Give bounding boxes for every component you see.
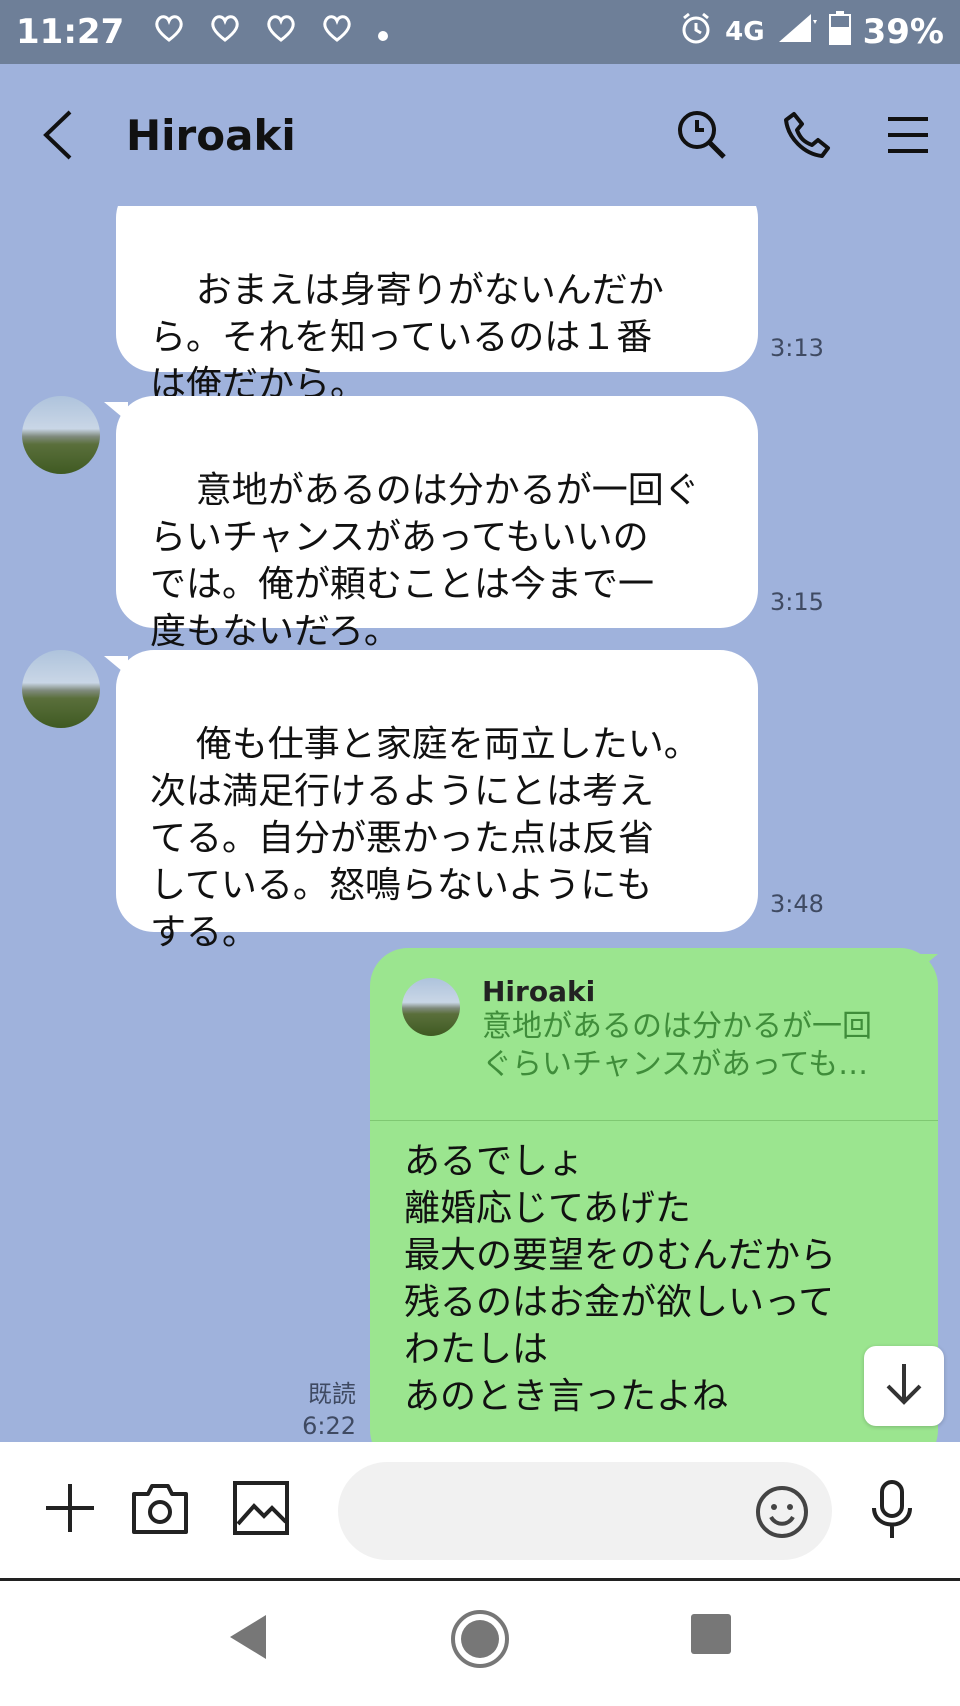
incoming-message[interactable]: おまえは身寄りがないんだか ら。それを知っているのは１番 は俺だから。: [116, 206, 758, 405]
status-right: 4G 39%: [679, 10, 944, 54]
nav-back-icon[interactable]: [226, 1613, 270, 1661]
chat-header: Hiroaki: [0, 64, 960, 206]
battery-percent: 39%: [862, 12, 944, 52]
heart-icon: [208, 12, 242, 52]
alarm-icon: [679, 11, 713, 54]
message-text: 俺も仕事と家庭を両立したい。 次は満足行けるようにとは考え てる。自分が悪かった…: [150, 724, 700, 953]
notification-icons: [152, 12, 390, 52]
avatar[interactable]: [22, 396, 100, 474]
heart-icon: [320, 12, 354, 52]
signal-icon: [777, 12, 817, 53]
heart-icon: [152, 12, 186, 52]
message-text: あるでしょ 離婚応じてあげた 最大の要望をのむんだから 残るのはお金が欲しいって…: [404, 1141, 837, 1417]
nav-home-icon[interactable]: [450, 1609, 510, 1669]
camera-icon[interactable]: [130, 1480, 190, 1536]
emoji-icon[interactable]: [754, 1484, 810, 1540]
message-input[interactable]: [338, 1462, 832, 1560]
message-time: 3:13: [770, 334, 824, 362]
incoming-message[interactable]: 俺も仕事と家庭を両立したい。 次は満足行けるようにとは考え てる。自分が悪かった…: [116, 650, 758, 953]
battery-icon: [828, 10, 851, 54]
dot-icon: [376, 12, 390, 52]
header-tools: [676, 109, 930, 161]
nav-recents-icon[interactable]: [690, 1613, 732, 1655]
outgoing-message[interactable]: Hiroaki 意地があるのは分かるが一回 ぐらいチャンスがあっても… あるでし…: [370, 948, 938, 1442]
plus-icon[interactable]: [42, 1480, 98, 1536]
message-time: 3:48: [770, 890, 824, 918]
status-time: 11:27: [16, 12, 125, 52]
quoted-reply[interactable]: Hiroaki 意地があるのは分かるが一回 ぐらいチャンスがあっても…: [370, 948, 938, 1121]
search-icon[interactable]: [676, 109, 728, 161]
message-time: 6:22: [302, 1412, 356, 1440]
read-receipt: 既読 6:22: [296, 1378, 356, 1442]
message-time: 3:15: [770, 588, 824, 616]
input-bar: [0, 1442, 960, 1578]
menu-icon[interactable]: [886, 115, 930, 155]
mic-icon[interactable]: [868, 1480, 916, 1540]
arrow-down-icon: [884, 1362, 924, 1410]
image-icon[interactable]: [232, 1480, 290, 1536]
network-type: 4G: [725, 17, 765, 47]
phone-icon[interactable]: [782, 110, 832, 160]
incoming-message[interactable]: 意地があるのは分かるが一回ぐ らいチャンスがあってもいいの では。俺が頼むことは…: [116, 396, 758, 652]
read-label: 既読: [308, 1380, 356, 1408]
quoted-snippet: 意地があるのは分かるが一回 ぐらいチャンスがあっても…: [482, 1009, 872, 1082]
scroll-to-bottom-button[interactable]: [864, 1346, 944, 1426]
message-text: おまえは身寄りがないんだか ら。それを知っているのは１番 は俺だから。: [150, 270, 664, 405]
quoted-avatar: [402, 978, 460, 1036]
back-icon[interactable]: [40, 105, 100, 165]
status-bar: 11:27 4G 39%: [0, 0, 960, 64]
system-nav-bar: [0, 1578, 960, 1706]
avatar[interactable]: [22, 650, 100, 728]
message-text: 意地があるのは分かるが一回ぐ らいチャンスがあってもいいの では。俺が頼むことは…: [150, 470, 700, 652]
chat-title: Hiroaki: [126, 110, 296, 160]
message-list[interactable]: おまえは身寄りがないんだか ら。それを知っているのは１番 は俺だから。 3:13…: [0, 206, 960, 1442]
heart-icon: [264, 12, 298, 52]
